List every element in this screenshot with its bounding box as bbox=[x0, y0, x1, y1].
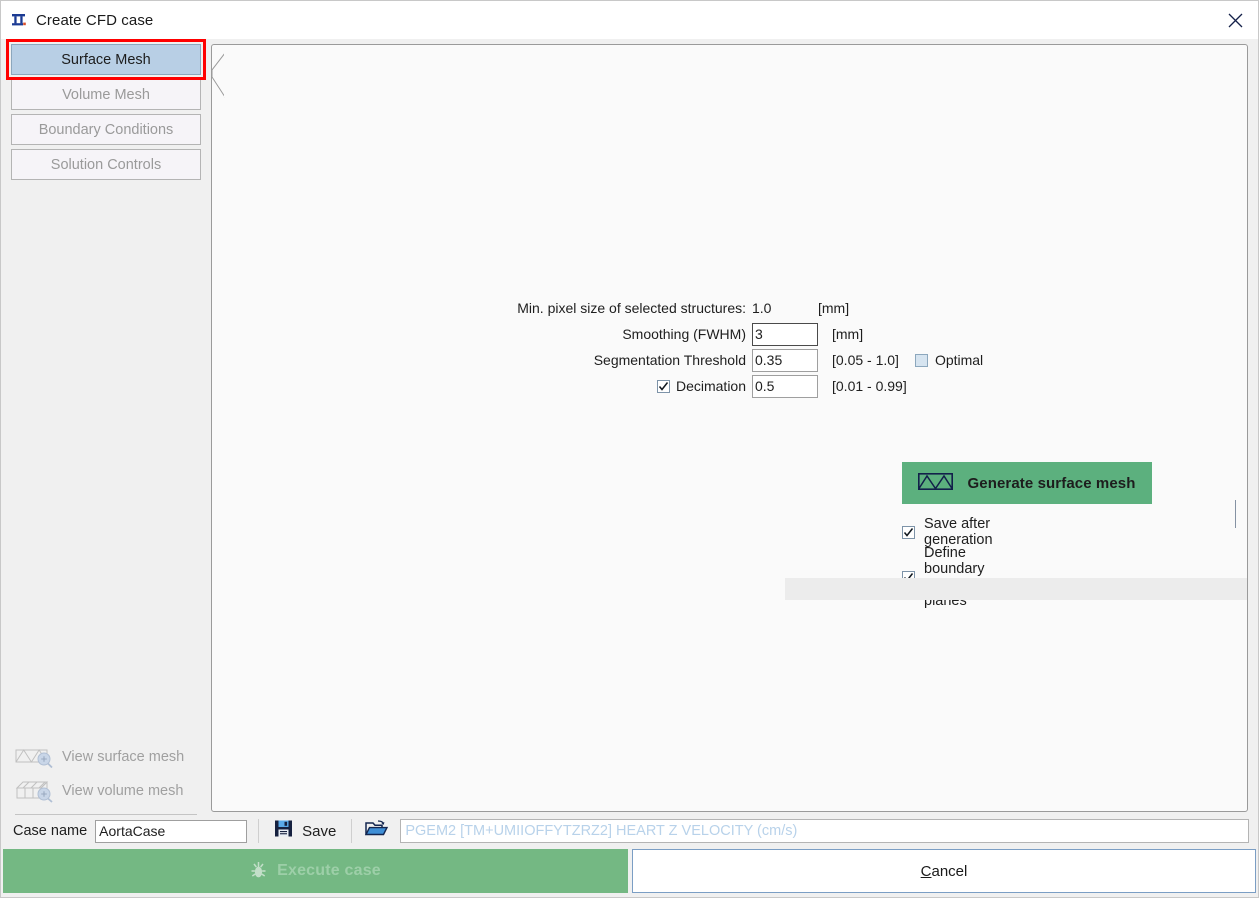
open-file-button[interactable] bbox=[363, 817, 390, 845]
execute-case-button[interactable]: Execute case bbox=[3, 849, 628, 893]
decimation-row: Decimation [0.01 - 0.99] bbox=[500, 373, 1000, 399]
segmentation-threshold-row: Segmentation Threshold [0.05 - 1.0] Opti… bbox=[500, 347, 1000, 373]
dialog-body: Surface Mesh Volume Mesh Boundary Condit… bbox=[1, 39, 1258, 815]
surface-mesh-panel: Min. pixel size of selected structures: … bbox=[211, 44, 1248, 812]
view-volume-mesh-button[interactable]: View volume mesh bbox=[15, 774, 211, 808]
sidebar-tabs: Surface Mesh Volume Mesh Boundary Condit… bbox=[1, 39, 211, 184]
sidebar-item-label: Solution Controls bbox=[50, 156, 162, 173]
panel-splitter-handle[interactable] bbox=[1235, 500, 1236, 528]
tab-pointer-notch bbox=[212, 53, 225, 99]
min-pixel-size-label: Min. pixel size of selected structures: bbox=[517, 300, 746, 316]
volume-mesh-zoom-icon bbox=[15, 779, 59, 803]
cancel-label-rest: ancel bbox=[931, 862, 968, 880]
segmentation-threshold-range: [0.05 - 1.0] bbox=[832, 352, 899, 368]
optimal-checkbox[interactable] bbox=[914, 353, 928, 367]
execute-icon bbox=[250, 860, 267, 883]
sidebar-item-label: Surface Mesh bbox=[61, 51, 151, 68]
sidebar-item-volume-mesh[interactable]: Volume Mesh bbox=[11, 79, 201, 110]
create-cfd-case-dialog: Create CFD case Surface Mesh Volume Mesh… bbox=[0, 0, 1259, 898]
cancel-button[interactable]: Cancel bbox=[632, 849, 1256, 893]
content-panel-wrapper: Min. pixel size of selected structures: … bbox=[211, 39, 1258, 815]
cfd-app-icon bbox=[10, 11, 28, 29]
decimation-input[interactable] bbox=[752, 374, 818, 398]
sidebar-item-solution-controls[interactable]: Solution Controls bbox=[11, 149, 201, 180]
save-button[interactable]: Save bbox=[270, 817, 340, 845]
action-bar: Execute case Cancel bbox=[1, 847, 1258, 897]
surface-mesh-icon bbox=[918, 473, 954, 493]
smoothing-label: Smoothing (FWHM) bbox=[622, 326, 746, 342]
case-bar-separator-1 bbox=[258, 819, 260, 843]
smoothing-input[interactable] bbox=[752, 322, 818, 346]
smoothing-unit: [mm] bbox=[832, 326, 864, 342]
decimation-label: Decimation bbox=[675, 378, 746, 394]
view-links: View surface mesh View volume mesh bbox=[1, 740, 211, 808]
surface-mesh-zoom-icon bbox=[15, 746, 59, 768]
decimation-label-group[interactable]: Decimation bbox=[500, 378, 752, 394]
view-surface-mesh-label: View surface mesh bbox=[62, 749, 185, 765]
save-after-generation-group[interactable]: Save after generation bbox=[902, 516, 1000, 548]
sidebar-divider bbox=[15, 814, 197, 815]
status-field[interactable] bbox=[400, 819, 1249, 843]
sidebar-item-boundary-conditions[interactable]: Boundary Conditions bbox=[11, 114, 201, 145]
floppy-disk-icon bbox=[274, 819, 293, 843]
case-name-input[interactable] bbox=[95, 819, 248, 843]
min-pixel-size-value: 1.0 bbox=[752, 300, 772, 316]
segmentation-threshold-input[interactable] bbox=[752, 348, 818, 372]
case-name-label: Case name bbox=[13, 823, 88, 839]
sidebar-item-label: Volume Mesh bbox=[62, 86, 150, 103]
view-surface-mesh-button[interactable]: View surface mesh bbox=[15, 740, 211, 774]
sidebar-item-surface-mesh[interactable]: Surface Mesh bbox=[11, 44, 201, 75]
min-pixel-size-unit: [mm] bbox=[818, 300, 850, 316]
min-pixel-size-row: Min. pixel size of selected structures: … bbox=[500, 295, 1000, 321]
save-after-generation-checkbox[interactable] bbox=[902, 525, 915, 539]
window-title: Create CFD case bbox=[36, 11, 154, 29]
sidebar: Surface Mesh Volume Mesh Boundary Condit… bbox=[1, 39, 211, 815]
decimation-checkbox[interactable] bbox=[656, 379, 670, 393]
optimal-checkbox-group[interactable]: Optimal bbox=[914, 352, 984, 368]
generate-surface-mesh-button[interactable]: Generate surface mesh bbox=[902, 462, 1152, 504]
close-icon[interactable] bbox=[1212, 1, 1258, 39]
view-volume-mesh-label: View volume mesh bbox=[62, 783, 184, 799]
optimal-label: Optimal bbox=[934, 352, 984, 368]
case-bar-separator-2 bbox=[351, 819, 353, 843]
cancel-accelerator: C bbox=[920, 862, 932, 880]
smoothing-row: Smoothing (FWHM) [mm] bbox=[500, 321, 1000, 347]
save-label: Save bbox=[302, 822, 337, 840]
title-bar: Create CFD case bbox=[1, 1, 1258, 39]
surface-mesh-form: Min. pixel size of selected structures: … bbox=[500, 295, 1247, 609]
generation-progress-bar bbox=[785, 578, 1247, 600]
cancel-label: Cancel bbox=[921, 863, 968, 880]
folder-open-icon bbox=[365, 819, 389, 843]
decimation-range: [0.01 - 0.99] bbox=[832, 378, 907, 394]
segmentation-threshold-label: Segmentation Threshold bbox=[593, 352, 746, 368]
execute-case-label: Execute case bbox=[277, 862, 381, 879]
generate-surface-mesh-label: Generate surface mesh bbox=[967, 474, 1136, 492]
save-after-generation-label: Save after generation bbox=[924, 516, 993, 548]
case-bar: Case name Save bbox=[1, 815, 1258, 847]
sidebar-item-label: Boundary Conditions bbox=[38, 121, 174, 138]
